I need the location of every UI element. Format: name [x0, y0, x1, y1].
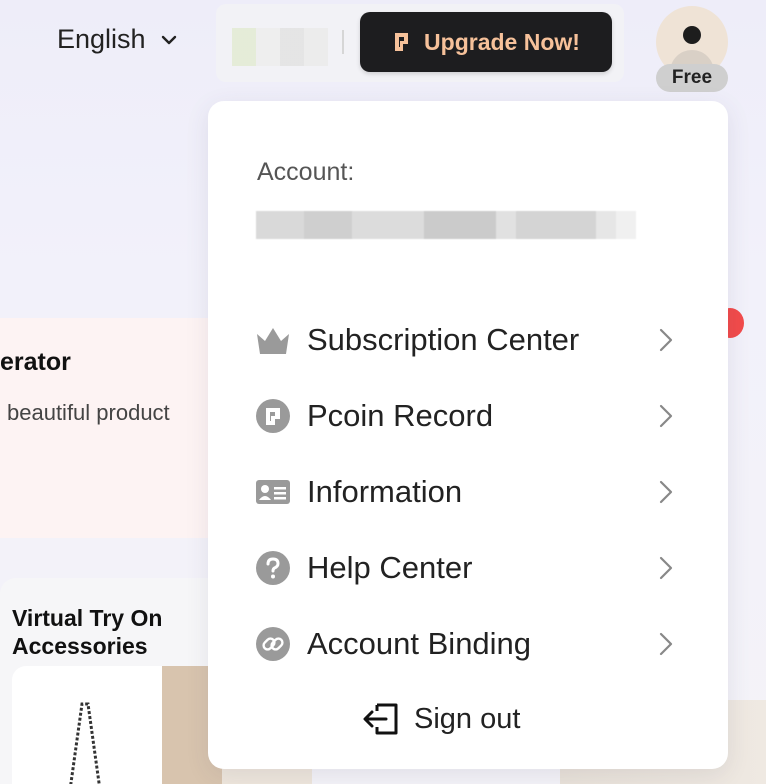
menu-item-label: Pcoin Record — [307, 398, 494, 433]
menu-item-account-binding[interactable]: Account Binding — [208, 612, 728, 676]
virtual-try-on-title: Virtual Try On Accessories — [12, 604, 162, 660]
avatar-head — [683, 26, 701, 44]
title-line-2: Accessories — [12, 633, 148, 659]
sign-out-icon — [363, 703, 398, 735]
chevron-right-icon — [659, 328, 673, 352]
upgrade-label: Upgrade Now! — [424, 28, 580, 55]
menu-item-label: Help Center — [307, 550, 473, 585]
chevron-right-icon — [659, 632, 673, 656]
chevron-right-icon — [659, 556, 673, 580]
account-dropdown: Account: Subscription Center Pcoin Recor… — [208, 101, 728, 769]
balance-redacted — [232, 28, 328, 66]
upgrade-button[interactable]: Upgrade Now! — [360, 12, 612, 72]
feature-card-title: erator — [0, 348, 71, 376]
menu-item-label: Information — [307, 474, 463, 509]
plan-badge: Free — [656, 64, 728, 92]
account-label: Account: — [257, 158, 355, 186]
id-card-icon — [255, 474, 291, 510]
chevron-down-icon — [161, 35, 176, 44]
feature-card-description: beautiful product — [7, 400, 170, 425]
language-selector[interactable]: English — [57, 24, 178, 55]
menu-item-pcoin-record[interactable]: Pcoin Record — [208, 384, 728, 448]
chevron-right-icon — [659, 480, 673, 504]
menu-item-subscription-center[interactable]: Subscription Center — [208, 308, 728, 372]
account-value-redacted — [256, 211, 636, 239]
menu-item-label: Subscription Center — [307, 322, 580, 357]
pcoin-icon — [255, 398, 291, 434]
crown-icon — [255, 322, 291, 358]
bag-chain-image — [69, 702, 101, 784]
menu-item-information[interactable]: Information — [208, 460, 728, 524]
divider — [342, 30, 344, 54]
pcoin-icon — [395, 33, 409, 51]
menu-item-label: Account Binding — [307, 626, 532, 661]
title-line-1: Virtual Try On — [12, 605, 163, 631]
sign-out-button[interactable]: Sign out — [362, 701, 520, 737]
sign-out-label: Sign out — [414, 702, 521, 735]
chevron-right-icon — [659, 404, 673, 428]
link-icon — [255, 626, 291, 662]
language-label: English — [57, 24, 146, 54]
question-icon — [255, 550, 291, 586]
menu-item-help-center[interactable]: Help Center — [208, 536, 728, 600]
